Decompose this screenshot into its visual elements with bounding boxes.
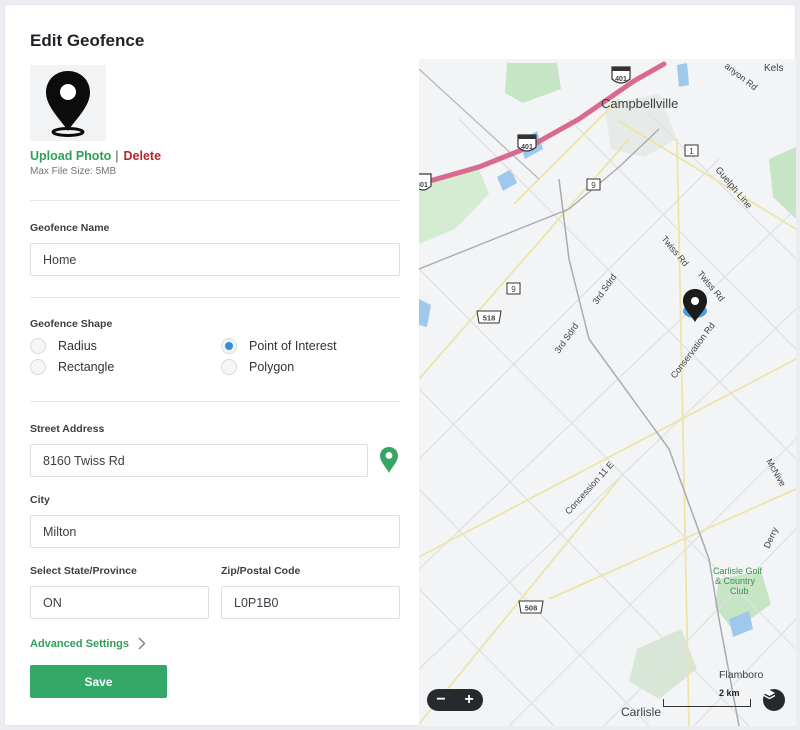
shield-label: 1 [689, 147, 694, 156]
road-label: Guelph Line [713, 165, 754, 211]
upload-photo-link[interactable]: Upload Photo [30, 149, 111, 163]
radio-button[interactable] [30, 359, 46, 375]
zip-postal-label: Zip/Postal Code [221, 565, 301, 577]
delete-photo-link[interactable]: Delete [124, 149, 162, 163]
road-shield: 1 [684, 144, 699, 157]
radio-rectangle[interactable]: Rectangle [30, 359, 114, 375]
geofence-photo [30, 65, 106, 141]
zoom-control: − + [427, 689, 483, 711]
highway-shield: 401 [517, 134, 537, 152]
zip-postal-input[interactable] [221, 586, 400, 619]
street-address-label: Street Address [30, 423, 105, 435]
place-label: Flamboro [719, 669, 764, 681]
road-shield: 9 [586, 178, 601, 191]
chevron-right-icon [138, 637, 146, 650]
shield-label: 508 [525, 604, 538, 613]
radio-label: Point of Interest [249, 339, 337, 353]
map-pin-icon[interactable] [379, 446, 399, 474]
radio-button[interactable] [221, 338, 237, 354]
shield-label: 9 [511, 285, 516, 294]
shield-label: 401 [615, 76, 627, 83]
street-address-input[interactable] [30, 444, 368, 477]
page-title: Edit Geofence [30, 31, 145, 50]
state-province-select[interactable] [30, 586, 209, 619]
place-label: & Country [715, 576, 756, 586]
radio-label: Polygon [249, 360, 295, 374]
map-scale-label: 2 km [719, 688, 740, 698]
park-area [505, 63, 561, 103]
radio-button[interactable] [221, 359, 237, 375]
geofence-shape-label: Geofence Shape [30, 318, 113, 330]
place-label: Carlisle [621, 705, 661, 719]
water-body [419, 299, 431, 327]
map-scale-bar [663, 699, 751, 707]
shield-label: 518 [483, 314, 496, 323]
city-input[interactable] [30, 515, 400, 548]
geofence-name-input[interactable] [30, 243, 400, 276]
location-pin-icon [46, 71, 90, 137]
shield-label: 9 [591, 181, 596, 190]
separator: | [115, 149, 119, 163]
highway-shield: 401 [611, 66, 631, 84]
divider [30, 297, 400, 298]
divider [30, 401, 400, 402]
park-area [769, 147, 796, 219]
place-label: Club [730, 586, 749, 596]
map-canvas[interactable]: 401 401 401 1 9 9 518 508 [419, 59, 796, 726]
geofence-name-label: Geofence Name [30, 222, 110, 234]
highway-shield: 401 [419, 173, 432, 191]
radio-point-of-interest[interactable]: Point of Interest [221, 338, 337, 354]
radio-polygon[interactable]: Polygon [221, 359, 294, 375]
place-label: Campbellville [601, 96, 678, 111]
map-view[interactable]: 401 401 401 1 9 9 518 508 [419, 59, 796, 726]
layers-button[interactable] [763, 689, 785, 711]
save-button[interactable]: Save [30, 665, 167, 698]
divider [30, 200, 400, 201]
road-shield: 508 [518, 600, 544, 614]
zoom-out-button[interactable]: − [436, 692, 445, 708]
advanced-settings-label: Advanced Settings [30, 637, 130, 650]
place-label: Kels [764, 63, 783, 74]
road-label: 3rd Sdrd [552, 321, 580, 355]
road-label: Derry [762, 525, 781, 550]
city-label: City [30, 494, 50, 506]
radio-button[interactable] [30, 338, 46, 354]
road-label: anyon Rd [723, 61, 760, 93]
advanced-settings-link[interactable]: Advanced Settings [30, 637, 146, 650]
place-label: Carlisle Golf [713, 566, 763, 576]
road-shield: 9 [506, 282, 521, 295]
state-province-label: Select State/Province [30, 565, 137, 577]
road-label: Twiss Rd [659, 234, 690, 268]
radio-radius[interactable]: Radius [30, 338, 97, 354]
shield-label: 401 [419, 182, 428, 189]
photo-actions: Upload Photo | Delete [30, 149, 161, 163]
road-label: McNive [764, 457, 788, 488]
road-shield: 518 [476, 310, 502, 324]
geofence-marker[interactable] [683, 289, 707, 322]
water-body [497, 169, 517, 191]
zoom-in-button[interactable]: + [464, 692, 473, 708]
water-body [677, 63, 689, 87]
file-size-hint: Max File Size: 5MB [30, 166, 117, 177]
shield-label: 401 [521, 144, 533, 151]
layers-icon [763, 690, 776, 700]
radio-label: Rectangle [58, 360, 115, 374]
radio-label: Radius [58, 339, 97, 353]
road-label: 3rd Sdrd [590, 272, 618, 306]
